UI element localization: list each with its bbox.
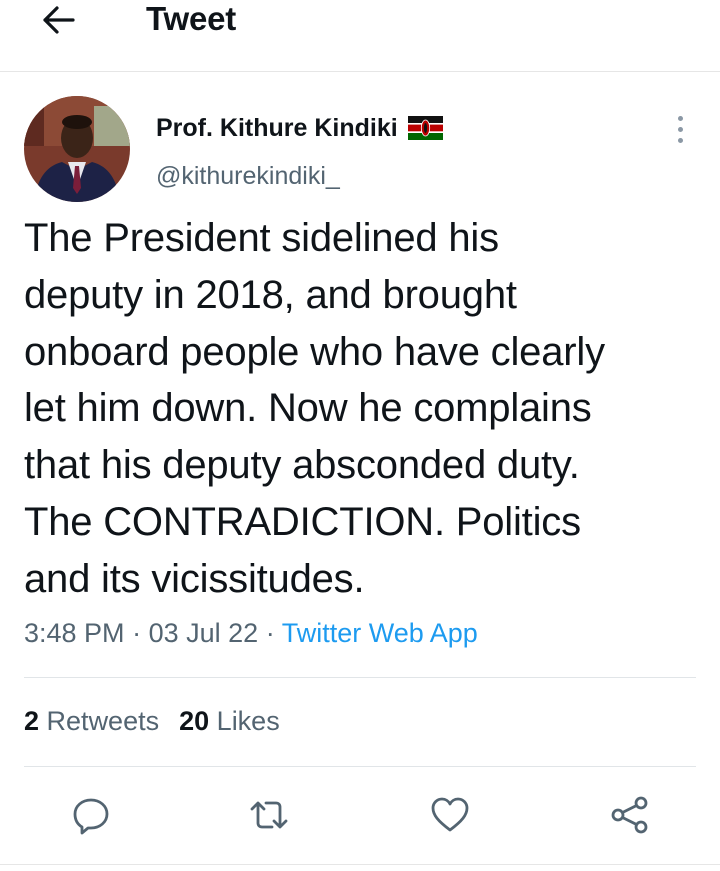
kenya-flag-icon xyxy=(407,116,443,140)
tweet-meta: 3:48 PM · 03 Jul 22 · Twitter Web App xyxy=(24,613,478,653)
divider xyxy=(0,864,720,865)
back-button[interactable] xyxy=(36,2,80,38)
retweets-label: Retweets xyxy=(46,706,160,736)
likes-count: 20 xyxy=(179,706,210,736)
top-bar: Tweet xyxy=(0,0,720,72)
divider xyxy=(24,766,696,767)
author-handle[interactable]: @kithurekindiki_ xyxy=(156,160,340,192)
tweet-text: The President sidelined his deputy in 20… xyxy=(24,216,605,601)
arrow-left-icon xyxy=(43,6,75,34)
tweet-source-link[interactable]: Twitter Web App xyxy=(282,618,478,648)
like-button[interactable] xyxy=(425,790,475,840)
author-name-label: Prof. Kithure Kindiki xyxy=(156,114,398,142)
likes-stat[interactable]: 20 Likes xyxy=(179,706,280,736)
share-icon xyxy=(611,796,648,834)
reply-icon xyxy=(73,798,109,835)
tweet-time[interactable]: 3:48 PM xyxy=(24,618,125,648)
tweet-stats: 2 Retweets 20 Likes xyxy=(24,700,280,742)
meta-separator: · xyxy=(132,618,142,648)
avatar[interactable] xyxy=(24,96,130,202)
share-button[interactable] xyxy=(605,790,655,840)
more-options-button[interactable] xyxy=(668,112,692,146)
reply-button[interactable] xyxy=(66,790,116,840)
heart-icon xyxy=(431,797,469,832)
author-name[interactable]: Prof. Kithure Kindiki xyxy=(156,112,443,144)
likes-label: Likes xyxy=(216,706,280,736)
retweets-stat[interactable]: 2 Retweets xyxy=(24,706,159,736)
divider xyxy=(24,677,696,678)
retweet-icon xyxy=(250,801,288,829)
meta-separator: · xyxy=(265,618,275,648)
tweet-date[interactable]: 03 Jul 22 xyxy=(149,618,259,648)
retweet-button[interactable] xyxy=(244,790,294,840)
retweets-count: 2 xyxy=(24,706,40,736)
more-vertical-icon xyxy=(677,115,683,121)
page-title: Tweet xyxy=(146,0,237,37)
